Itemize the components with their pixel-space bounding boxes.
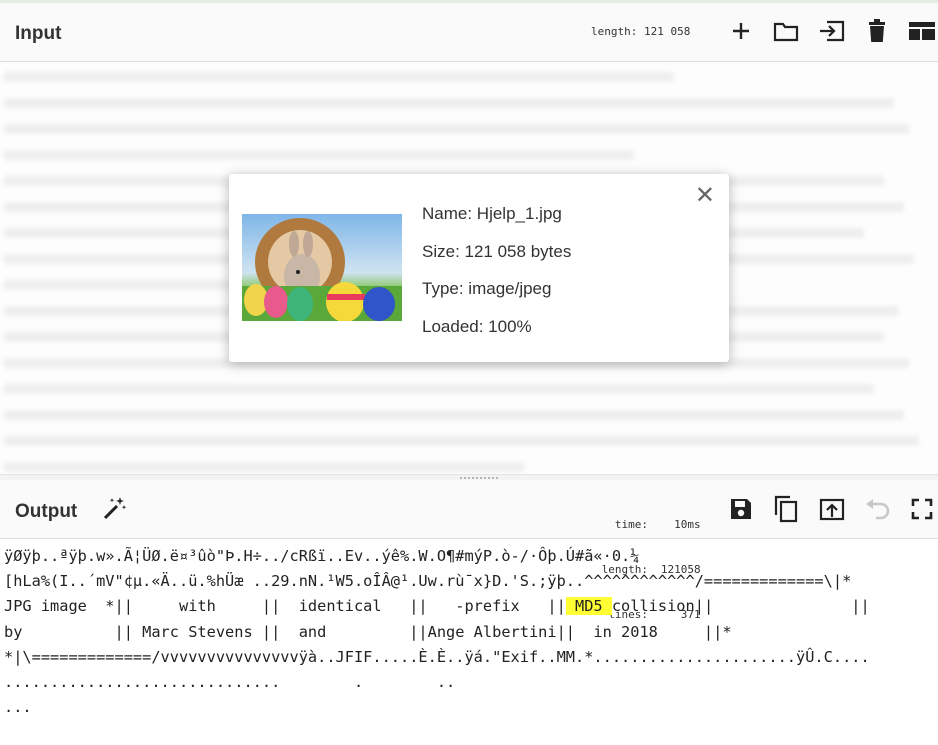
blurred-input-line xyxy=(4,98,894,108)
output-title: Output xyxy=(15,501,78,522)
copy-output-button[interactable] xyxy=(771,494,801,524)
output-line: *|\=============/vvvvvvvvvvvvvvvÿà..JFIF… xyxy=(4,647,870,666)
input-length-label: length: xyxy=(591,25,638,38)
folder-icon xyxy=(773,22,799,42)
magic-wand-icon xyxy=(103,497,127,520)
maximise-output-button[interactable] xyxy=(907,494,937,524)
file-details-card: Name: Hjelp_1.jpg Size: 121 058 bytes Ty… xyxy=(229,174,729,362)
magic-wand-button[interactable] xyxy=(100,493,130,523)
input-length: length: 121 058 xyxy=(591,25,690,38)
blurred-input-line xyxy=(4,124,909,134)
clear-input-button[interactable] xyxy=(862,16,892,46)
replace-input-button[interactable] xyxy=(817,494,847,524)
blurred-input-line xyxy=(4,462,524,472)
open-file-button[interactable] xyxy=(817,16,847,46)
highlighted-match: MD5 xyxy=(565,597,612,616)
output-line-segment: JPG image *|| with || identical || -pref… xyxy=(4,597,566,616)
import-icon xyxy=(820,20,845,42)
file-size: Size: 121 058 bytes xyxy=(422,242,572,261)
output-line-segment: collision|| || xyxy=(611,597,870,616)
file-loaded: Loaded: 100% xyxy=(422,317,532,336)
output-line: JPG image *|| with || identical || -pref… xyxy=(4,594,936,619)
output-line: .............................. . .. xyxy=(4,673,456,692)
blurred-input-line xyxy=(4,72,674,82)
file-type: Type: image/jpeg xyxy=(422,279,552,298)
reset-layout-button[interactable] xyxy=(906,16,938,46)
move-to-input-icon xyxy=(819,498,845,521)
undo-icon xyxy=(866,499,890,520)
output-line: ... xyxy=(4,698,32,717)
layout-icon xyxy=(909,22,935,40)
file-name: Name: Hjelp_1.jpg xyxy=(422,204,562,223)
save-icon xyxy=(731,499,751,519)
time-value: 10ms xyxy=(674,518,701,531)
output-line: [hLa%(I..´mV"¢µ.«Ä..ü.%hÜæ ..29.nN.¹W5.o… xyxy=(4,572,852,591)
output-line: ÿØÿþ..ªÿþ.w».Ã¦ÜØ.ë¤³ûò"Þ.H÷../cRßï..Ev.… xyxy=(4,547,640,565)
file-thumbnail xyxy=(242,214,402,321)
blurred-input-line xyxy=(4,150,634,160)
undo-button[interactable] xyxy=(862,494,892,524)
copy-icon xyxy=(774,495,798,523)
plus-icon xyxy=(733,23,749,39)
blurred-input-line xyxy=(4,384,874,394)
fullscreen-icon xyxy=(911,498,933,520)
input-title: Input xyxy=(15,23,62,44)
output-time: time: 10ms xyxy=(598,517,701,532)
close-icon[interactable]: ✕ xyxy=(695,184,715,208)
save-output-button[interactable] xyxy=(726,494,756,524)
output-header: Output time: 10ms length: 121058 lines: … xyxy=(0,480,938,621)
blurred-input-line xyxy=(4,410,904,420)
input-length-value: 121 058 xyxy=(643,25,691,38)
output-textarea[interactable]: ÿØÿþ..ªÿþ.w».Ã¦ÜØ.ë¤³ûò"Þ.H÷../cRßï..Ev.… xyxy=(4,544,936,720)
time-label: time: xyxy=(614,518,648,531)
open-folder-button[interactable] xyxy=(771,16,801,46)
input-header: Input length: 121 058 xyxy=(0,3,938,62)
add-tab-button[interactable] xyxy=(726,16,756,46)
trash-icon xyxy=(869,19,885,42)
blurred-input-line xyxy=(4,436,919,446)
thumbnail-image xyxy=(242,218,402,321)
output-line: by || Marc Stevens || and ||Ange Alberti… xyxy=(4,622,732,641)
